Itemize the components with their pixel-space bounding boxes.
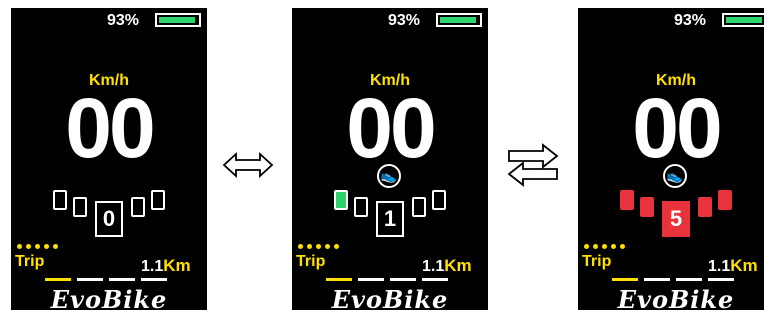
battery-icon (436, 13, 482, 27)
indicator-segment-3 (390, 278, 416, 281)
display-level-0: 93% Km/h 00 0 Trip 1.1Km EvoBike (11, 8, 207, 310)
assist-bar-right-inner (698, 197, 712, 217)
indicator-segment-3 (109, 278, 135, 281)
indicator-segment-1 (612, 278, 638, 281)
indicator-segment-4 (708, 278, 734, 281)
indicator-segment-4 (141, 278, 167, 281)
trip-label: Trip (15, 253, 45, 270)
progress-dots (298, 244, 342, 250)
display-level-1: 93% Km/h 00 👟 1 Trip 1.1Km EvoBike (292, 8, 488, 310)
distance-value: 1.1 (708, 258, 731, 275)
distance-unit: Km (730, 256, 758, 275)
indicator-segment-2 (644, 278, 670, 281)
walk-assist-icon: 👟 (377, 164, 401, 188)
brand-logo: EvoBike (331, 285, 449, 310)
assist-bar-left-inner (73, 197, 87, 217)
indicator-segment-1 (45, 278, 71, 281)
battery-icon (722, 13, 764, 27)
distance-value: 1.1 (422, 258, 445, 275)
double-headed-arrow-icon (222, 151, 274, 179)
indicator-segment-2 (358, 278, 384, 281)
assist-bar-right-outer (151, 190, 165, 210)
assist-level: 0 (95, 201, 123, 237)
speed-readout: 00 (346, 81, 436, 175)
assist-bar-right-inner (131, 197, 145, 217)
battery-percent: 93% (107, 12, 140, 29)
assist-bar-left-inner (640, 197, 654, 217)
display-level-5: 93% Km/h 00 👟 5 Trip 1.1Km EvoBike (578, 8, 764, 310)
assist-bar-left-inner (354, 197, 368, 217)
indicator-segment-1 (326, 278, 352, 281)
distance-unit: Km (444, 256, 472, 275)
assist-bar-right-outer (718, 190, 732, 210)
assist-level: 1 (376, 201, 404, 237)
trip-distance: 1.1Km (141, 256, 191, 276)
trip-distance: 1.1Km (422, 256, 472, 276)
trip-distance: 1.1Km (708, 256, 758, 276)
assist-bar-right-inner (412, 197, 426, 217)
speed-readout: 00 (65, 81, 155, 175)
walk-assist-icon: 👟 (663, 164, 687, 188)
assist-bar-left-outer (334, 190, 348, 210)
brand-logo: EvoBike (617, 285, 735, 310)
assist-bar-left-outer (53, 190, 67, 210)
brand-logo: EvoBike (50, 285, 168, 310)
progress-dots (17, 244, 61, 250)
swap-arrows-icon (507, 143, 559, 187)
indicator-segment-3 (676, 278, 702, 281)
speed-readout: 00 (632, 81, 722, 175)
battery-percent: 93% (388, 12, 421, 29)
assist-level: 5 (662, 201, 690, 237)
assist-bar-left-outer (620, 190, 634, 210)
assist-bar-right-outer (432, 190, 446, 210)
indicator-segment-2 (77, 278, 103, 281)
distance-value: 1.1 (141, 258, 164, 275)
progress-dots (584, 244, 628, 250)
indicator-segment-4 (422, 278, 448, 281)
trip-label: Trip (296, 253, 326, 270)
battery-percent: 93% (674, 12, 707, 29)
trip-label: Trip (582, 253, 612, 270)
battery-icon (155, 13, 201, 27)
distance-unit: Km (163, 256, 191, 275)
